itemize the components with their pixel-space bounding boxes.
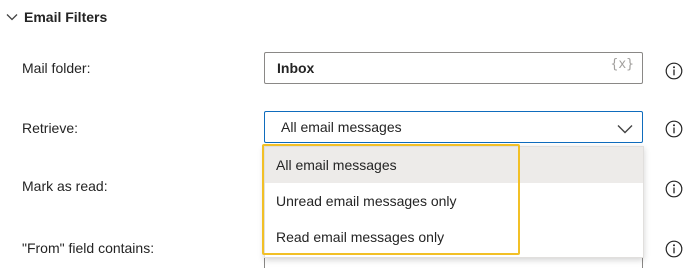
chevron-down-icon[interactable] [617,121,633,134]
section-title: Email Filters [24,9,108,25]
retrieve-value: All email messages [281,119,402,135]
retrieve-select[interactable]: All email messages [264,111,643,143]
dropdown-option-read[interactable]: Read email messages only [265,219,643,255]
from-contains-label: "From" field contains: [22,240,155,256]
chevron-down-icon[interactable] [2,7,22,27]
dropdown-option-all[interactable]: All email messages [265,147,643,183]
mail-folder-value: Inbox [277,60,315,76]
info-icon[interactable] [665,120,683,138]
mail-folder-label: Mail folder: [22,60,91,76]
retrieve-dropdown-list: All email messages Unread email messages… [264,146,644,258]
info-icon[interactable] [665,62,683,80]
mail-folder-input[interactable]: Inbox {x} [264,52,643,84]
info-icon[interactable] [665,180,683,198]
section-header-email-filters[interactable]: Email Filters [0,4,107,30]
variable-icon[interactable]: {x} [611,57,634,72]
retrieve-label: Retrieve: [22,120,79,136]
info-icon[interactable] [665,240,683,258]
dropdown-option-unread[interactable]: Unread email messages only [265,183,643,219]
mark-as-read-label: Mark as read: [22,178,108,194]
